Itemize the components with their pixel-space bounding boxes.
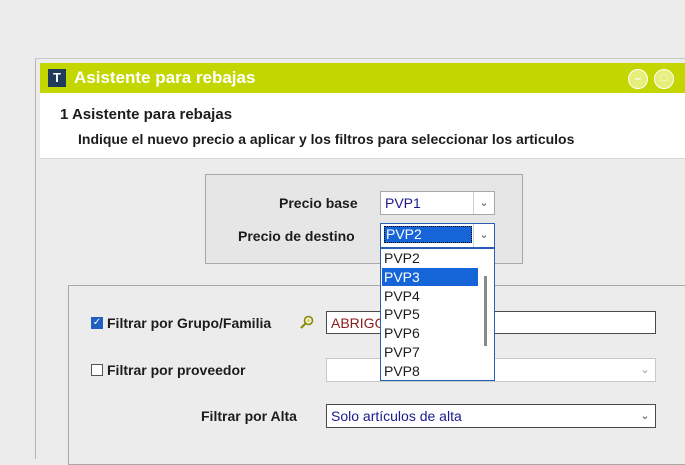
base-price-value: PVP1 [385,195,421,211]
dropdown-option[interactable]: PVP6 [382,324,478,342]
supplier-filter-checkbox[interactable] [91,364,103,376]
app-icon: T [48,69,66,87]
wizard-header: 1 Asistente para rebajas Indique el nuev… [40,93,685,159]
minimize-button[interactable]: – [628,69,648,89]
chevron-down-icon: ⌄ [640,364,650,376]
minimize-icon: – [634,71,642,85]
maximize-icon: □ [660,72,668,84]
chevron-down-icon: ⌄ [473,192,494,214]
base-price-select[interactable]: PVP1 ⌄ [380,191,495,215]
chevron-down-icon: ⌄ [473,224,494,247]
chevron-down-icon: ⌄ [640,410,650,422]
step-title: 1 Asistente para rebajas [60,106,233,123]
dropdown-option[interactable]: PVP2 [382,249,478,267]
dropdown-scrollbar[interactable] [479,250,493,379]
alta-filter-label: Filtrar por Alta [201,408,297,424]
dest-price-select[interactable]: PVP2 ⌄ [380,223,495,248]
group-filter-checkbox[interactable]: ✓ [91,317,103,329]
dest-price-label: Precio de destino [238,228,355,244]
group-filter-label: Filtrar por Grupo/Familia [107,315,272,331]
dropdown-option[interactable]: PVP8 [382,362,478,380]
alta-value: Solo artículos de alta [331,408,462,424]
step-description: Indique el nuevo precio a aplicar y los … [78,131,575,147]
alta-select[interactable]: Solo artículos de alta ⌄ [326,404,656,428]
dest-price-value: PVP2 [384,226,472,243]
dropdown-option[interactable]: PVP4 [382,287,478,305]
base-price-label: Precio base [279,195,358,211]
dropdown-option-highlighted[interactable]: PVP3 [382,268,478,286]
dest-price-dropdown-list[interactable]: PVP2 PVP3 PVP4 PVP5 PVP6 PVP7 PVP8 [380,248,495,381]
maximize-button[interactable]: □ [654,69,674,89]
search-icon[interactable] [299,314,315,330]
scrollbar-thumb[interactable] [484,276,487,346]
title-bar: T Asistente para rebajas – □ [40,63,685,93]
supplier-filter-label: Filtrar por proveedor [107,362,246,378]
dropdown-option[interactable]: PVP5 [382,305,478,323]
window-title: Asistente para rebajas [74,68,256,87]
dropdown-option[interactable]: PVP7 [382,343,478,361]
